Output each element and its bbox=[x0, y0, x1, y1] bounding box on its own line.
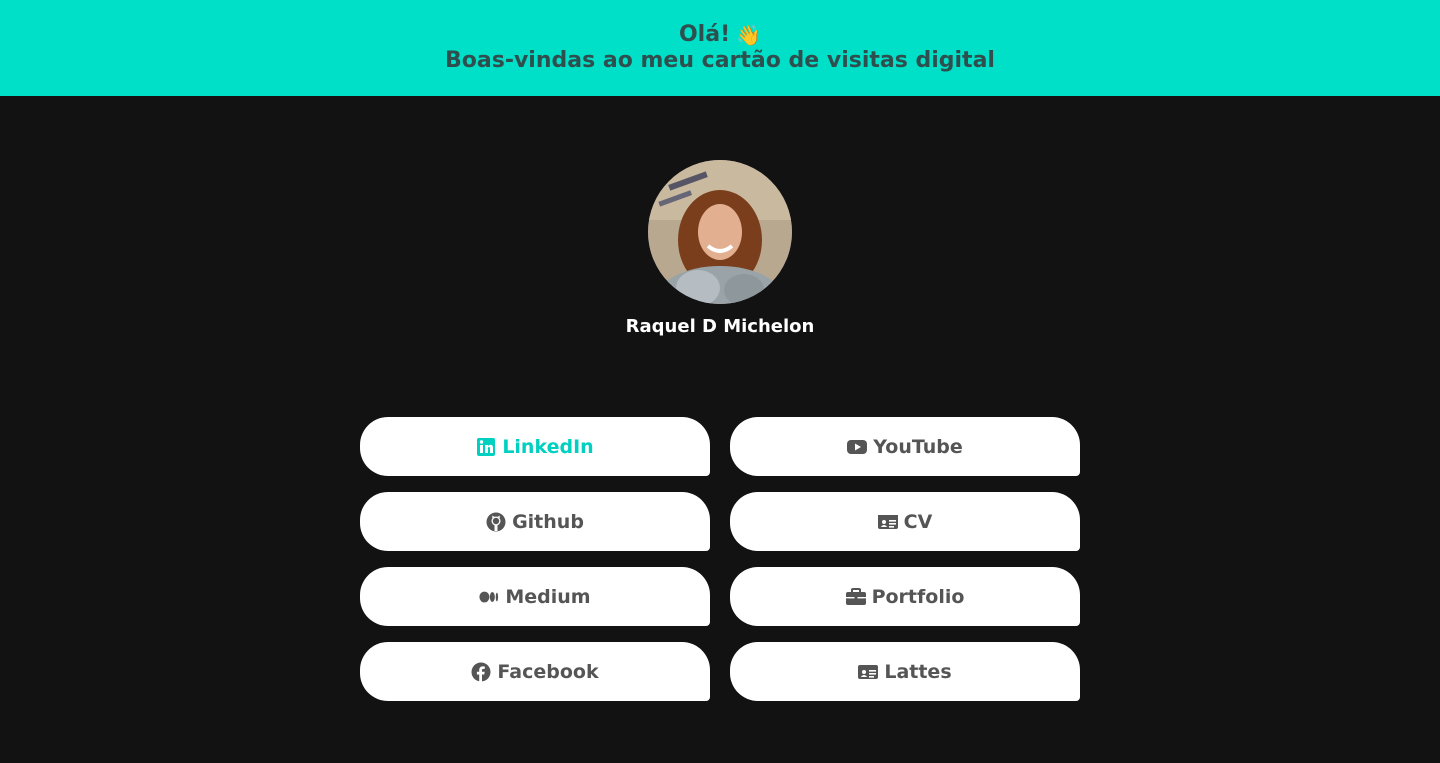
waving-hand-icon: 👋 bbox=[736, 23, 762, 47]
profile-name: Raquel D Michelon bbox=[625, 316, 815, 337]
id-card-icon bbox=[877, 514, 898, 529]
greeting-line: Olá! 👋 bbox=[679, 22, 761, 48]
link-label: Lattes bbox=[884, 660, 952, 683]
youtube-link[interactable]: YouTube bbox=[730, 417, 1080, 476]
link-label: Portfolio bbox=[871, 585, 965, 608]
link-label: Facebook bbox=[497, 660, 599, 683]
link-label: LinkedIn bbox=[502, 435, 594, 458]
linkedin-icon bbox=[477, 437, 496, 456]
profile-section: Raquel D Michelon bbox=[0, 160, 1440, 337]
medium-link[interactable]: Medium bbox=[360, 567, 710, 626]
github-icon bbox=[486, 512, 506, 531]
link-label: Medium bbox=[505, 585, 591, 608]
cv-link[interactable]: CV bbox=[730, 492, 1080, 551]
youtube-icon bbox=[847, 439, 868, 454]
medium-icon bbox=[479, 591, 499, 602]
portfolio-link[interactable]: Portfolio bbox=[730, 567, 1080, 626]
avatar bbox=[648, 160, 792, 304]
link-label: CV bbox=[903, 510, 933, 533]
facebook-icon bbox=[471, 662, 491, 682]
facebook-link[interactable]: Facebook bbox=[360, 642, 710, 701]
link-label: YouTube bbox=[873, 435, 963, 458]
social-links: LinkedIn YouTube Github CV Medium Portfo… bbox=[360, 417, 1080, 701]
greeting-text: Olá! bbox=[678, 22, 731, 47]
link-label: Github bbox=[512, 510, 584, 533]
linkedin-link[interactable]: LinkedIn bbox=[360, 417, 710, 476]
lattes-link[interactable]: Lattes bbox=[730, 642, 1080, 701]
id-card-icon bbox=[858, 664, 879, 679]
briefcase-icon bbox=[845, 587, 866, 605]
avatar-photo bbox=[648, 160, 792, 304]
welcome-subtitle: Boas-vindas ao meu cartão de visitas dig… bbox=[445, 48, 995, 73]
github-link[interactable]: Github bbox=[360, 492, 710, 551]
welcome-banner: Olá! 👋 Boas-vindas ao meu cartão de visi… bbox=[0, 0, 1440, 96]
